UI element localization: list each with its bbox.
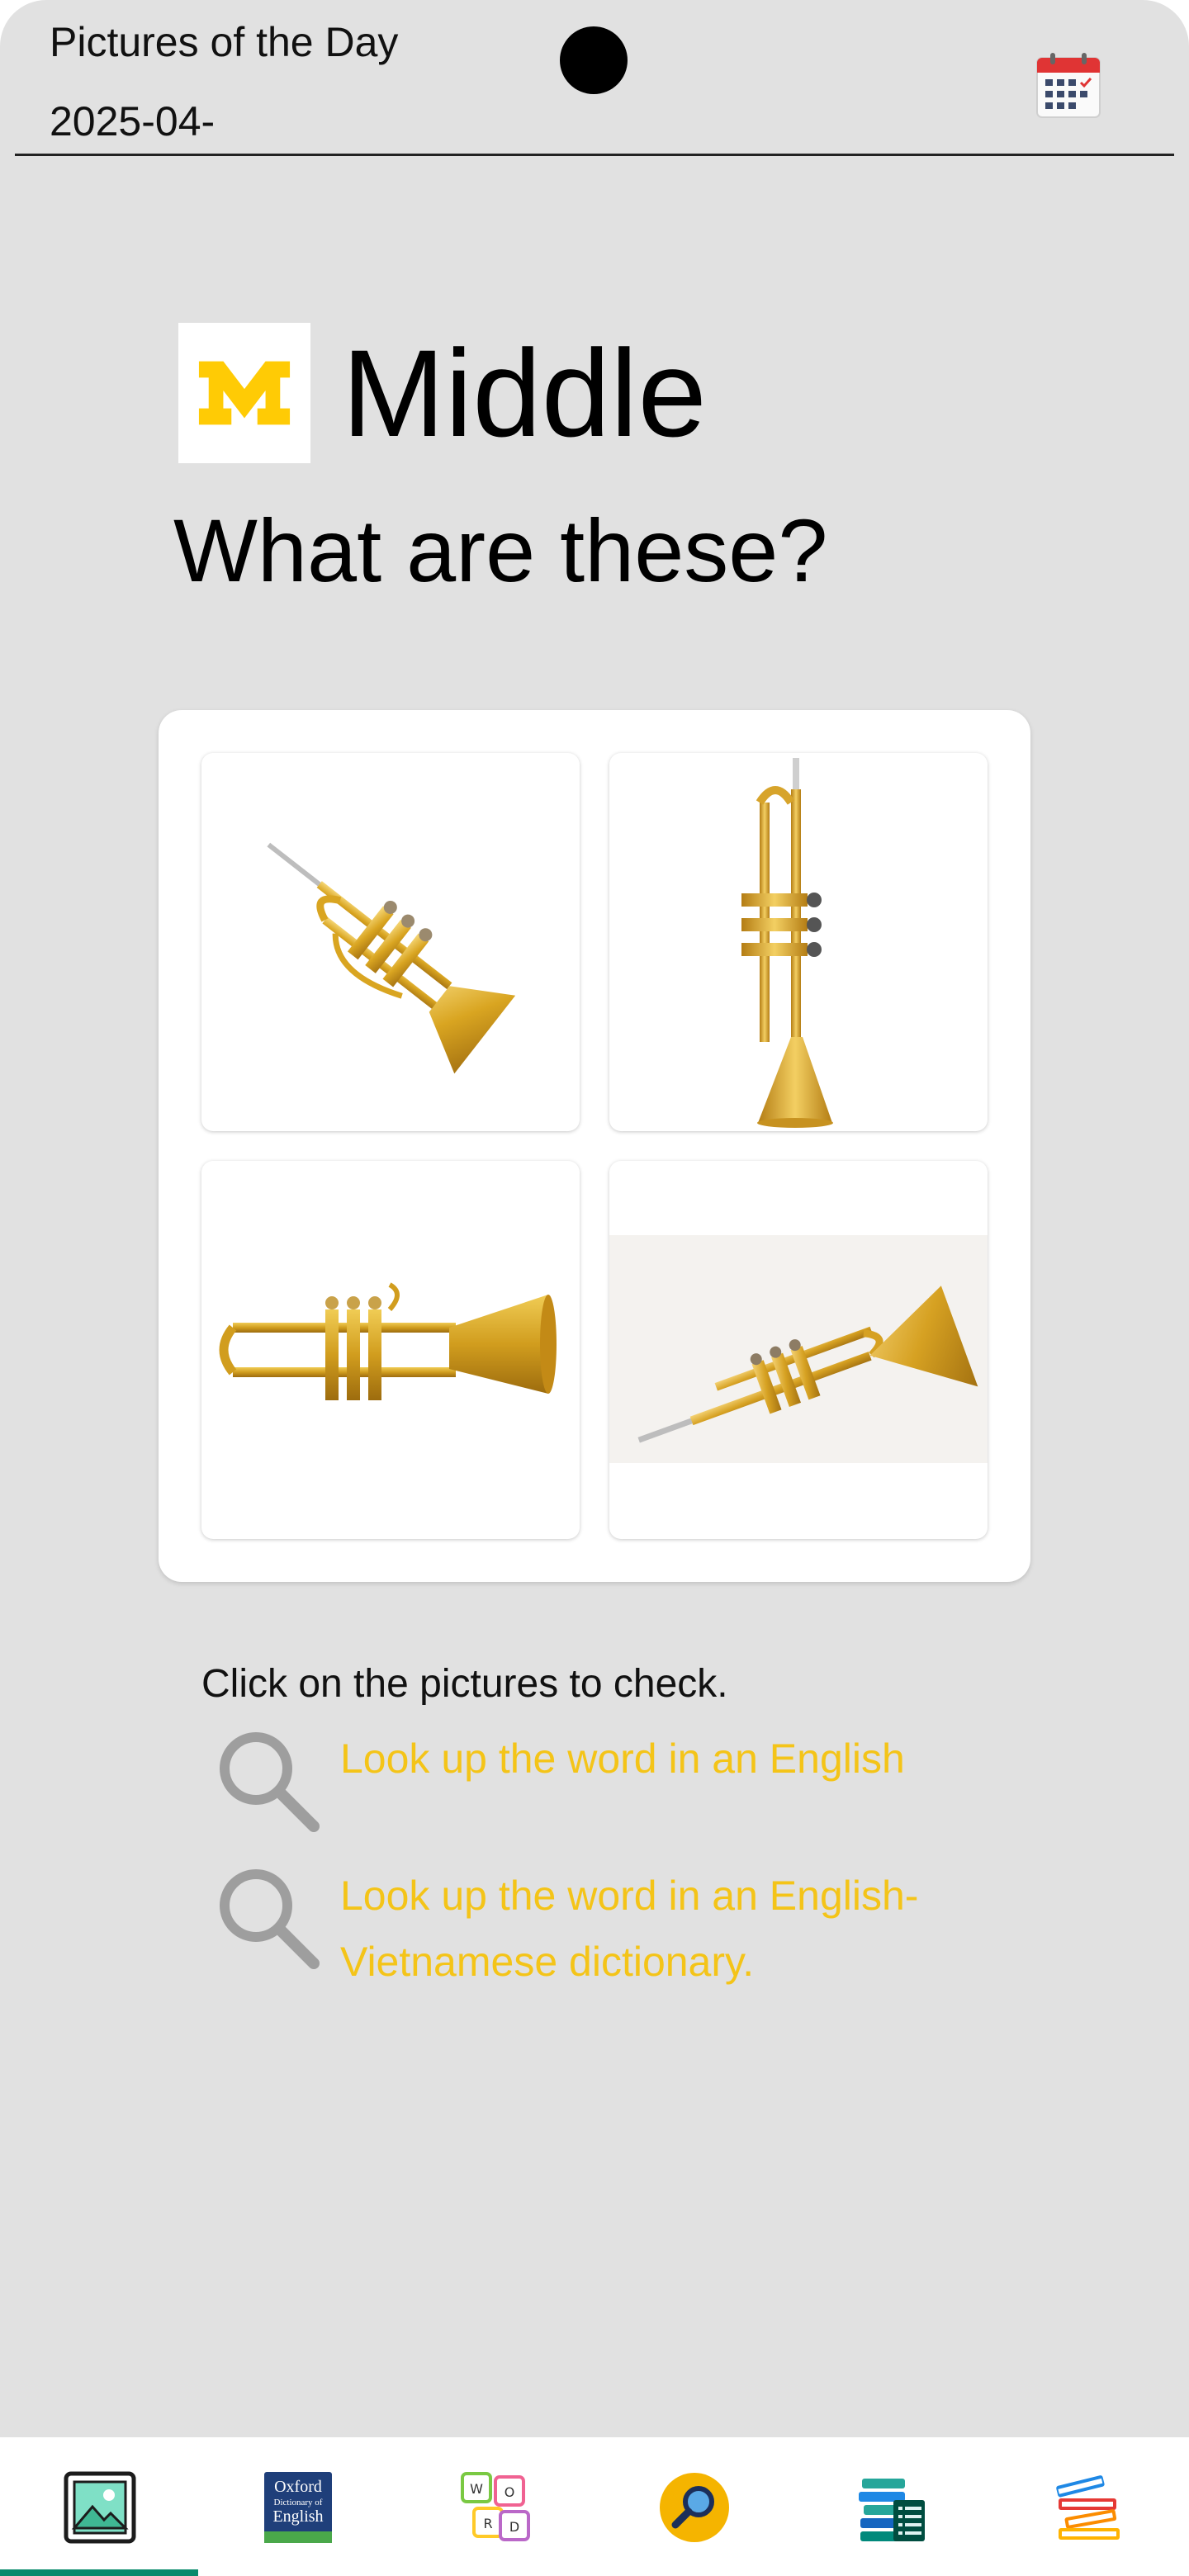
instruction-text: Click on the pictures to check.	[201, 1662, 728, 1706]
oxford-logo-line-2: Dictionary of	[274, 2498, 323, 2507]
lookup-english-vietnamese-label[interactable]: Look up the word in an English-Vietnames…	[340, 1863, 968, 1995]
nav-books-list[interactable]	[855, 2470, 930, 2545]
oxford-dictionary-icon: Oxford Dictionary of English	[264, 2472, 332, 2543]
nav-oxford-dictionary[interactable]: Oxford Dictionary of English	[261, 2470, 335, 2545]
nav-pictures[interactable]	[63, 2470, 137, 2545]
block-m-logo	[178, 323, 310, 463]
level-heading: Middle	[178, 322, 707, 464]
picture-icon	[64, 2471, 136, 2544]
nav-books[interactable]	[1054, 2470, 1128, 2545]
word-tile-d: D	[509, 2519, 519, 2535]
question-heading: What are these?	[173, 500, 828, 600]
picture-grid	[159, 710, 1030, 1582]
books-stack-icon	[1056, 2475, 1120, 2540]
header-divider	[15, 154, 1174, 156]
trumpet-diagonal-image[interactable]	[201, 753, 580, 1131]
lookup-english-label[interactable]: Look up the word in an English	[340, 1726, 968, 1792]
magnifier-icon	[220, 1869, 320, 1969]
trumpet-vertical-image[interactable]	[609, 753, 988, 1131]
trumpet-horizontal-image[interactable]	[201, 1161, 580, 1539]
level-label: Middle	[342, 324, 707, 462]
header: Pictures of the Day 2025-04-	[0, 0, 1189, 157]
active-tab-indicator	[0, 2569, 198, 2576]
word-tiles-icon: W O R D	[461, 2472, 530, 2541]
books-list-icon	[859, 2479, 925, 2541]
lookup-english-vietnamese-link[interactable]: Look up the word in an English-Vietnames…	[213, 1863, 968, 1995]
word-tile-r: R	[483, 2516, 492, 2531]
word-tile-o: O	[504, 2484, 515, 2500]
nav-word[interactable]: W O R D	[459, 2470, 533, 2545]
camera-cutout	[560, 26, 628, 94]
word-tile-w: W	[470, 2481, 483, 2497]
lookup-english-link[interactable]: Look up the word in an English	[213, 1726, 968, 1833]
magnifier-icon	[220, 1732, 320, 1832]
page-title: Pictures of the Day	[50, 19, 399, 65]
trumpet-angled-image[interactable]	[609, 1161, 988, 1539]
calendar-icon[interactable]	[1035, 51, 1101, 119]
oxford-logo-line-3: English	[272, 2507, 323, 2526]
nav-search[interactable]	[657, 2470, 732, 2545]
date-label: 2025-04-	[50, 98, 216, 144]
app-screen: Pictures of the Day 2025-04- Middle What…	[0, 0, 1189, 2576]
search-icon	[660, 2473, 729, 2542]
bottom-nav: Oxford Dictionary of English W O R D	[0, 2437, 1189, 2576]
oxford-logo-line-1: Oxford	[274, 2478, 322, 2496]
